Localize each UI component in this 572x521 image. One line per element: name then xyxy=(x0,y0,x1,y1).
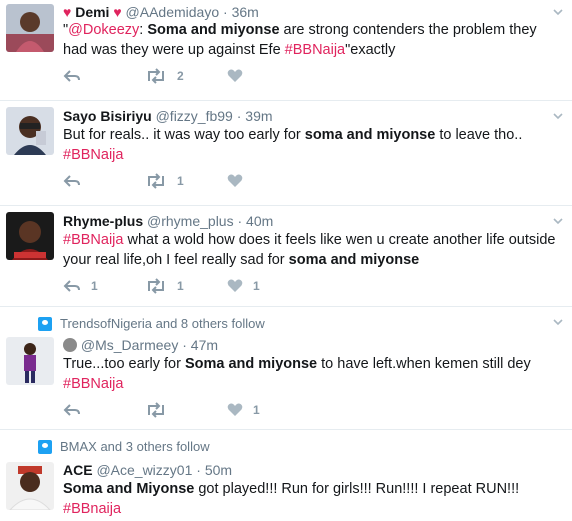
tweet-3[interactable]: Rhyme-plus @rhyme_plus · 40m #BBNaija wh… xyxy=(0,206,572,307)
separator-dot: · xyxy=(196,462,201,478)
like-icon xyxy=(227,279,243,292)
like-button[interactable]: 1 xyxy=(227,278,260,293)
reply-icon xyxy=(63,404,80,416)
text-segment: got played!!! Run for girls!!! Run!!!! I… xyxy=(194,481,520,497)
user-handle[interactable]: @Ms_Darmeey xyxy=(81,337,178,353)
avatar[interactable] xyxy=(6,212,54,260)
tweet-text: But for reals.. it was way too early for… xyxy=(63,125,563,165)
separator-dot: · xyxy=(223,4,228,20)
retweet-icon xyxy=(148,68,164,84)
user-name[interactable]: ACE xyxy=(63,462,93,478)
retweet-button[interactable] xyxy=(145,402,167,418)
caret-down-icon[interactable] xyxy=(552,6,564,18)
user-handle[interactable]: @fizzy_fb99 xyxy=(156,108,233,124)
follow-context-text[interactable]: TrendsofNigeria and 8 others follow xyxy=(60,316,265,331)
retweet-icon xyxy=(148,278,164,294)
user-name[interactable]: Rhyme-plus xyxy=(63,213,143,229)
like-icon xyxy=(227,69,243,82)
separator-dot: · xyxy=(236,108,242,124)
follow-context: BMAX and 3 others follow xyxy=(38,439,210,454)
retweet-count: 2 xyxy=(177,69,184,83)
like-count: 1 xyxy=(253,278,260,293)
reply-icon xyxy=(63,175,80,187)
timestamp[interactable]: 47m xyxy=(191,337,218,353)
caret-down-icon[interactable] xyxy=(552,215,564,227)
retweet-count: 1 xyxy=(177,279,184,293)
hashtag-link[interactable]: #BBNaija xyxy=(63,147,123,163)
timestamp[interactable]: 40m xyxy=(246,213,273,229)
heart-emoji: ♥ xyxy=(113,4,122,20)
separator-dot: · xyxy=(182,337,187,353)
user-name[interactable]: Sayo Bisiriyu xyxy=(63,108,152,124)
like-button[interactable] xyxy=(227,68,243,83)
timestamp[interactable]: 50m xyxy=(205,462,232,478)
tweet-5[interactable]: BMAX and 3 others follow ACE @Ace_wizzy0… xyxy=(0,430,572,521)
retweet-count: 1 xyxy=(177,174,184,188)
text-segment: But for reals.. it was way too early for xyxy=(63,127,305,143)
tweet-4[interactable]: TrendsofNigeria and 8 others follow @Ms_… xyxy=(0,307,572,430)
tweet-text: #BBNaija what a wold how does it feels l… xyxy=(63,230,563,270)
text-segment: to have left.when kemen still dey xyxy=(317,356,531,372)
like-button[interactable]: 1 xyxy=(227,402,260,417)
follow-context-text[interactable]: BMAX and 3 others follow xyxy=(60,439,210,454)
text-segment: to leave tho.. xyxy=(435,127,523,143)
tweet-text: Soma and Miyonse got played!!! Run for g… xyxy=(63,479,563,519)
avatar[interactable] xyxy=(6,107,54,155)
caret-down-icon[interactable] xyxy=(552,316,564,328)
tweet-text: True...too early for Soma and miyonse to… xyxy=(63,354,563,394)
highlight-text: Soma and miyonse xyxy=(184,356,318,372)
highlight-text: Soma and miyonse xyxy=(147,22,280,38)
like-icon xyxy=(227,174,243,187)
reply-icon xyxy=(63,280,80,292)
like-button[interactable] xyxy=(227,173,243,188)
avatar[interactable] xyxy=(6,462,54,510)
hashtag-link[interactable]: #BBNaija xyxy=(63,376,123,392)
hashtag-link[interactable]: #BBNaija xyxy=(63,232,123,248)
reply-button[interactable] xyxy=(63,173,81,189)
retweet-icon xyxy=(148,173,164,189)
reply-button[interactable]: 1 xyxy=(63,278,98,294)
tweet-text: "@Dokeezy: Soma and miyonse are strong c… xyxy=(63,20,563,60)
mention-link[interactable]: @Dokeezy xyxy=(68,22,139,38)
retweet-icon xyxy=(148,402,164,418)
hashtag-link[interactable]: #BBnaija xyxy=(63,501,121,517)
retweet-button[interactable]: 1 xyxy=(145,173,184,189)
follow-context-icon xyxy=(38,439,52,454)
timestamp[interactable]: 36m xyxy=(232,4,259,20)
retweet-button[interactable]: 1 xyxy=(145,278,184,294)
highlight-text: soma and miyonse xyxy=(304,127,436,143)
timestamp[interactable]: 39m xyxy=(245,108,272,124)
text-segment: True...too early for xyxy=(63,356,185,372)
user-handle[interactable]: @AAdemidayo xyxy=(126,4,220,20)
tweet-2[interactable]: Sayo Bisiriyu @fizzy_fb99 · 39m But for … xyxy=(0,101,572,206)
avatar[interactable] xyxy=(6,337,54,385)
reply-icon xyxy=(63,70,80,82)
highlight-text: soma and miyonse xyxy=(288,252,420,268)
caret-down-icon[interactable] xyxy=(552,110,564,122)
user-handle[interactable]: @Ace_wizzy01 xyxy=(96,462,192,478)
like-count: 1 xyxy=(253,402,260,417)
user-handle[interactable]: @rhyme_plus xyxy=(147,213,234,229)
highlight-text: Soma and Miyonse xyxy=(63,481,195,497)
reply-button[interactable] xyxy=(63,68,81,84)
emoji-icon xyxy=(63,338,77,352)
reply-count: 1 xyxy=(91,279,98,293)
avatar[interactable] xyxy=(6,4,54,52)
follow-context: TrendsofNigeria and 8 others follow xyxy=(38,316,265,331)
hashtag-link[interactable]: #BBNaija xyxy=(285,42,345,58)
tweet-1[interactable]: ♥ Demi ♥ @AAdemidayo · 36m "@Dokeezy: So… xyxy=(0,0,572,101)
retweet-button[interactable]: 2 xyxy=(145,68,184,84)
text-segment: "exactly xyxy=(345,42,396,58)
separator-dot: · xyxy=(237,213,243,229)
user-name[interactable]: Demi xyxy=(75,4,109,20)
heart-emoji: ♥ xyxy=(63,4,72,20)
follow-context-icon xyxy=(38,316,52,331)
reply-button[interactable] xyxy=(63,402,81,418)
like-icon xyxy=(227,403,243,416)
